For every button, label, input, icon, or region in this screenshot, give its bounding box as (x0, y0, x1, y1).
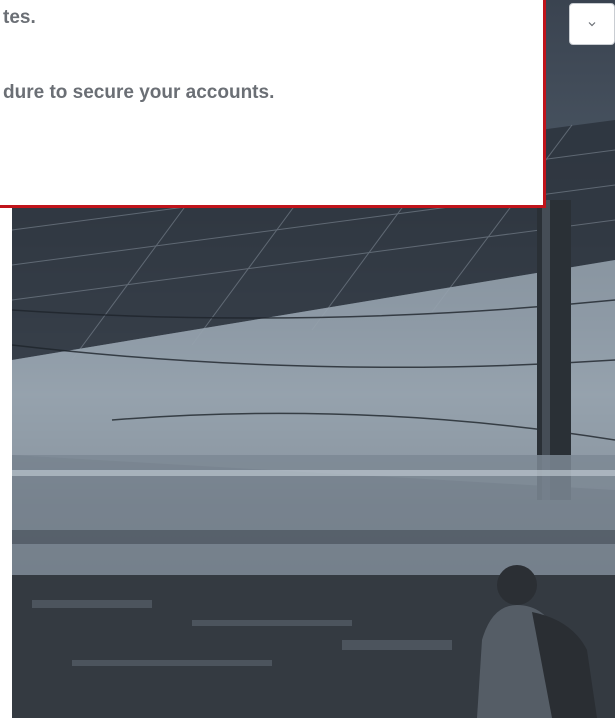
dropdown-toggle-button[interactable] (569, 3, 615, 45)
notice-text-line-1: tes. (3, 7, 36, 28)
page: tes. dure to secure your accounts. (0, 0, 615, 718)
notice-text-line-2: dure to secure your accounts. (3, 82, 275, 103)
chevron-down-icon (588, 22, 596, 27)
security-notice: tes. dure to secure your accounts. (0, 0, 546, 208)
